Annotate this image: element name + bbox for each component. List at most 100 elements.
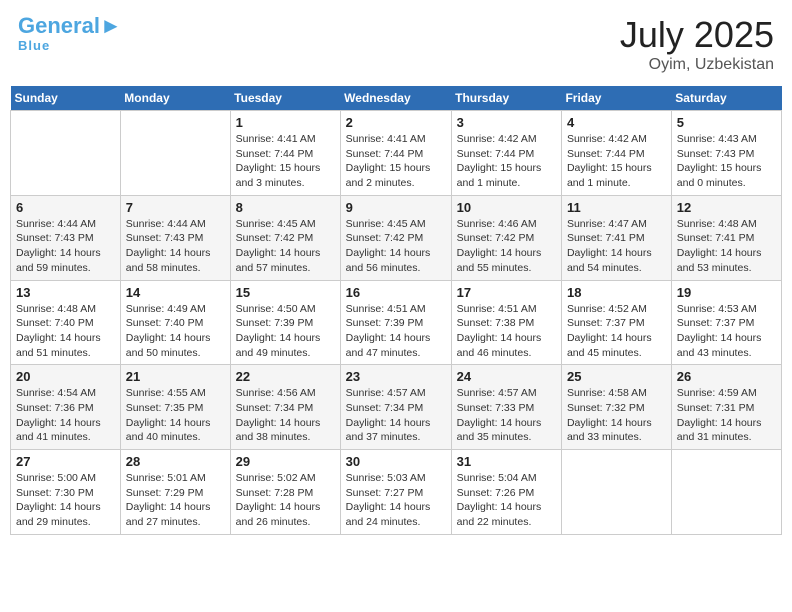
day-number: 12 <box>677 200 776 215</box>
day-number: 20 <box>16 369 115 384</box>
day-info: Sunrise: 4:57 AM Sunset: 7:33 PM Dayligh… <box>457 386 556 445</box>
day-number: 2 <box>346 115 446 130</box>
day-number: 14 <box>126 285 225 300</box>
day-info: Sunrise: 5:01 AM Sunset: 7:29 PM Dayligh… <box>126 471 225 530</box>
day-number: 23 <box>346 369 446 384</box>
day-info: Sunrise: 5:03 AM Sunset: 7:27 PM Dayligh… <box>346 471 446 530</box>
calendar-cell: 14 Sunrise: 4:49 AM Sunset: 7:40 PM Dayli… <box>120 280 230 365</box>
calendar-cell: 21 Sunrise: 4:55 AM Sunset: 7:35 PM Dayli… <box>120 365 230 450</box>
day-info: Sunrise: 5:04 AM Sunset: 7:26 PM Dayligh… <box>457 471 556 530</box>
calendar-cell: 11 Sunrise: 4:47 AM Sunset: 7:41 PM Dayli… <box>561 195 671 280</box>
day-info: Sunrise: 4:45 AM Sunset: 7:42 PM Dayligh… <box>236 217 335 276</box>
day-number: 25 <box>567 369 666 384</box>
day-number: 24 <box>457 369 556 384</box>
calendar-cell: 12 Sunrise: 4:48 AM Sunset: 7:41 PM Dayli… <box>671 195 781 280</box>
day-number: 27 <box>16 454 115 469</box>
calendar-cell: 27 Sunrise: 5:00 AM Sunset: 7:30 PM Dayli… <box>11 450 121 535</box>
calendar-cell: 4 Sunrise: 4:42 AM Sunset: 7:44 PM Daylig… <box>561 111 671 196</box>
weekday-header: Wednesday <box>340 86 451 111</box>
day-number: 5 <box>677 115 776 130</box>
day-info: Sunrise: 4:55 AM Sunset: 7:35 PM Dayligh… <box>126 386 225 445</box>
calendar-cell: 28 Sunrise: 5:01 AM Sunset: 7:29 PM Dayli… <box>120 450 230 535</box>
day-info: Sunrise: 5:02 AM Sunset: 7:28 PM Dayligh… <box>236 471 335 530</box>
day-info: Sunrise: 5:00 AM Sunset: 7:30 PM Dayligh… <box>16 471 115 530</box>
weekday-header: Thursday <box>451 86 561 111</box>
day-info: Sunrise: 4:51 AM Sunset: 7:39 PM Dayligh… <box>346 302 446 361</box>
day-info: Sunrise: 4:41 AM Sunset: 7:44 PM Dayligh… <box>236 132 335 191</box>
calendar-cell: 9 Sunrise: 4:45 AM Sunset: 7:42 PM Daylig… <box>340 195 451 280</box>
calendar-cell: 5 Sunrise: 4:43 AM Sunset: 7:43 PM Daylig… <box>671 111 781 196</box>
calendar-cell: 29Sunrise: 5:02 AM Sunset: 7:28 PM Dayli… <box>230 450 340 535</box>
calendar-week-row: 6 Sunrise: 4:44 AM Sunset: 7:43 PM Daylig… <box>11 195 782 280</box>
day-number: 4 <box>567 115 666 130</box>
day-info: Sunrise: 4:54 AM Sunset: 7:36 PM Dayligh… <box>16 386 115 445</box>
day-number: 10 <box>457 200 556 215</box>
calendar-week-row: 13 Sunrise: 4:48 AM Sunset: 7:40 PM Dayli… <box>11 280 782 365</box>
day-number: 15 <box>236 285 335 300</box>
day-number: 6 <box>16 200 115 215</box>
day-info: Sunrise: 4:58 AM Sunset: 7:32 PM Dayligh… <box>567 386 666 445</box>
day-number: 7 <box>126 200 225 215</box>
title-block: July 2025 Oyim, Uzbekistan <box>620 14 774 74</box>
day-info: Sunrise: 4:57 AM Sunset: 7:34 PM Dayligh… <box>346 386 446 445</box>
calendar-cell: 25 Sunrise: 4:58 AM Sunset: 7:32 PM Dayli… <box>561 365 671 450</box>
calendar-cell <box>120 111 230 196</box>
day-info: Sunrise: 4:41 AM Sunset: 7:44 PM Dayligh… <box>346 132 446 191</box>
day-number: 19 <box>677 285 776 300</box>
day-info: Sunrise: 4:42 AM Sunset: 7:44 PM Dayligh… <box>567 132 666 191</box>
day-number: 1 <box>236 115 335 130</box>
logo-general: General <box>18 13 100 38</box>
day-info: Sunrise: 4:51 AM Sunset: 7:38 PM Dayligh… <box>457 302 556 361</box>
calendar-cell: 2 Sunrise: 4:41 AM Sunset: 7:44 PM Daylig… <box>340 111 451 196</box>
calendar-cell: 1 Sunrise: 4:41 AM Sunset: 7:44 PM Daylig… <box>230 111 340 196</box>
day-number: 28 <box>126 454 225 469</box>
day-info: Sunrise: 4:47 AM Sunset: 7:41 PM Dayligh… <box>567 217 666 276</box>
day-number: 8 <box>236 200 335 215</box>
calendar-cell: 3Sunrise: 4:42 AM Sunset: 7:44 PM Daylig… <box>451 111 561 196</box>
calendar-cell: 7 Sunrise: 4:44 AM Sunset: 7:43 PM Daylig… <box>120 195 230 280</box>
calendar-cell: 24 Sunrise: 4:57 AM Sunset: 7:33 PM Dayli… <box>451 365 561 450</box>
day-info: Sunrise: 4:59 AM Sunset: 7:31 PM Dayligh… <box>677 386 776 445</box>
day-number: 21 <box>126 369 225 384</box>
day-info: Sunrise: 4:44 AM Sunset: 7:43 PM Dayligh… <box>126 217 225 276</box>
calendar-header-row: SundayMondayTuesdayWednesdayThursdayFrid… <box>11 86 782 111</box>
day-number: 22 <box>236 369 335 384</box>
day-info: Sunrise: 4:56 AM Sunset: 7:34 PM Dayligh… <box>236 386 335 445</box>
calendar-cell: 23 Sunrise: 4:57 AM Sunset: 7:34 PM Dayli… <box>340 365 451 450</box>
day-info: Sunrise: 4:48 AM Sunset: 7:41 PM Dayligh… <box>677 217 776 276</box>
day-number: 16 <box>346 285 446 300</box>
day-info: Sunrise: 4:45 AM Sunset: 7:42 PM Dayligh… <box>346 217 446 276</box>
calendar-cell <box>561 450 671 535</box>
calendar-week-row: 20 Sunrise: 4:54 AM Sunset: 7:36 PM Dayli… <box>11 365 782 450</box>
day-number: 11 <box>567 200 666 215</box>
day-info: Sunrise: 4:49 AM Sunset: 7:40 PM Dayligh… <box>126 302 225 361</box>
calendar-cell: 20 Sunrise: 4:54 AM Sunset: 7:36 PM Dayli… <box>11 365 121 450</box>
logo-blue: ► <box>100 13 122 38</box>
day-info: Sunrise: 4:42 AM Sunset: 7:44 PM Dayligh… <box>457 132 556 191</box>
calendar-cell: 17Sunrise: 4:51 AM Sunset: 7:38 PM Dayli… <box>451 280 561 365</box>
day-number: 9 <box>346 200 446 215</box>
calendar-location: Oyim, Uzbekistan <box>620 56 774 74</box>
day-info: Sunrise: 4:48 AM Sunset: 7:40 PM Dayligh… <box>16 302 115 361</box>
calendar-table: SundayMondayTuesdayWednesdayThursdayFrid… <box>10 86 782 535</box>
day-number: 13 <box>16 285 115 300</box>
day-info: Sunrise: 4:46 AM Sunset: 7:42 PM Dayligh… <box>457 217 556 276</box>
day-number: 26 <box>677 369 776 384</box>
day-info: Sunrise: 4:44 AM Sunset: 7:43 PM Dayligh… <box>16 217 115 276</box>
calendar-cell: 13 Sunrise: 4:48 AM Sunset: 7:40 PM Dayli… <box>11 280 121 365</box>
calendar-cell: 30Sunrise: 5:03 AM Sunset: 7:27 PM Dayli… <box>340 450 451 535</box>
logo-subtitle: Blue <box>18 38 50 53</box>
page-header: General► Blue July 2025 Oyim, Uzbekistan <box>10 10 782 78</box>
calendar-cell: 16 Sunrise: 4:51 AM Sunset: 7:39 PM Dayli… <box>340 280 451 365</box>
calendar-cell <box>671 450 781 535</box>
calendar-cell: 19 Sunrise: 4:53 AM Sunset: 7:37 PM Dayli… <box>671 280 781 365</box>
weekday-header: Friday <box>561 86 671 111</box>
weekday-header: Tuesday <box>230 86 340 111</box>
day-number: 31 <box>457 454 556 469</box>
calendar-cell: 8 Sunrise: 4:45 AM Sunset: 7:42 PM Daylig… <box>230 195 340 280</box>
day-number: 18 <box>567 285 666 300</box>
day-info: Sunrise: 4:53 AM Sunset: 7:37 PM Dayligh… <box>677 302 776 361</box>
day-info: Sunrise: 4:52 AM Sunset: 7:37 PM Dayligh… <box>567 302 666 361</box>
day-info: Sunrise: 4:43 AM Sunset: 7:43 PM Dayligh… <box>677 132 776 191</box>
logo-text: General► <box>18 14 122 38</box>
